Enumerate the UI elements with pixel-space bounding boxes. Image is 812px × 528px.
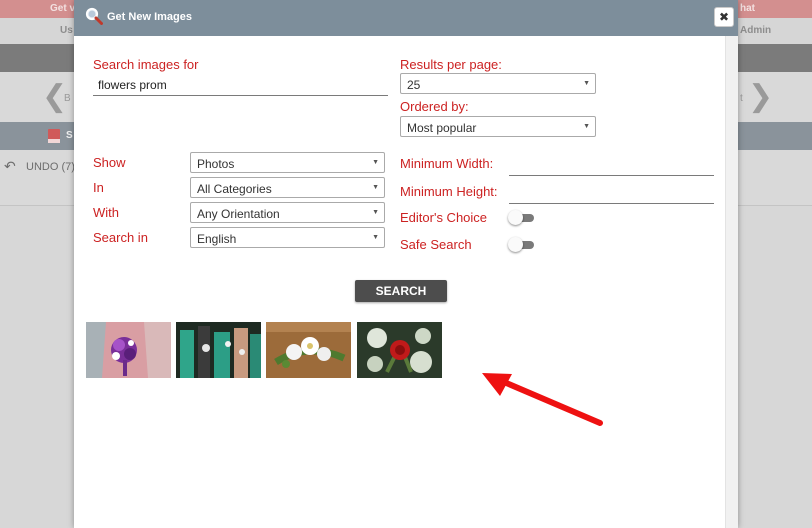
bg-banner-text-right: hat xyxy=(740,3,755,14)
ordered-by-value: Most popular xyxy=(407,121,477,135)
dialog-header: Get New Images ✖ xyxy=(74,0,738,36)
bg-section-label: S xyxy=(66,130,73,141)
editors-choice-toggle[interactable] xyxy=(508,210,534,225)
show-select-value: Photos xyxy=(197,157,235,171)
in-label: In xyxy=(93,180,104,195)
dialog-scrollbar[interactable] xyxy=(725,36,738,528)
with-label: With xyxy=(93,205,119,220)
safe-search-toggle[interactable] xyxy=(508,237,534,252)
annotation-arrow-icon xyxy=(482,373,603,426)
show-label: Show xyxy=(93,155,126,170)
search-images-input[interactable] xyxy=(93,74,388,96)
editors-choice-label: Editor's Choice xyxy=(400,210,488,225)
close-button[interactable]: ✖ xyxy=(714,7,734,27)
language-select[interactable]: English ▼ xyxy=(190,227,385,248)
dialog-title: Get New Images xyxy=(107,11,192,23)
ordered-by-select[interactable]: Most popular ▼ xyxy=(400,116,596,137)
result-image-thumbnail[interactable] xyxy=(357,322,442,378)
result-image-thumbnail[interactable] xyxy=(86,322,171,378)
result-image-thumbnail[interactable] xyxy=(266,322,351,378)
get-new-images-dialog: Get New Images ✖ Search images for Show … xyxy=(74,0,738,528)
toggle-knob xyxy=(508,237,523,252)
chevron-down-icon: ▼ xyxy=(372,184,379,191)
bg-chevron-right-icon: ❯ xyxy=(748,80,774,113)
show-select[interactable]: Photos ▼ xyxy=(190,152,385,173)
results-per-page-label: Results per page: xyxy=(400,57,502,72)
bg-undo-label: UNDO (7) xyxy=(26,161,75,173)
bg-next-label: t xyxy=(740,93,743,104)
results-per-page-select[interactable]: 25 ▼ xyxy=(400,73,596,94)
min-height-label: Minimum Height: xyxy=(400,184,498,199)
chevron-down-icon: ▼ xyxy=(372,234,379,241)
min-width-input[interactable] xyxy=(509,154,714,176)
bg-user-text-left: Us xyxy=(60,25,73,36)
bg-banner-text-left: Get v xyxy=(50,3,76,14)
language-select-value: English xyxy=(197,232,237,246)
category-select[interactable]: All Categories ▼ xyxy=(190,177,385,198)
bg-back-label: B xyxy=(64,93,71,104)
chevron-down-icon: ▼ xyxy=(583,80,590,87)
toggle-knob xyxy=(508,210,523,225)
orientation-select[interactable]: Any Orientation ▼ xyxy=(190,202,385,223)
min-height-input[interactable] xyxy=(509,182,714,204)
ordered-by-label: Ordered by: xyxy=(400,99,469,114)
results-per-page-value: 25 xyxy=(407,78,421,92)
chevron-down-icon: ▼ xyxy=(372,209,379,216)
min-width-label: Minimum Width: xyxy=(400,156,494,171)
chevron-down-icon: ▼ xyxy=(372,159,379,166)
magnifier-icon xyxy=(85,7,103,25)
chevron-down-icon: ▼ xyxy=(583,123,590,130)
bg-save-icon xyxy=(48,129,60,143)
search-in-label: Search in xyxy=(93,230,148,245)
search-button[interactable]: SEARCH xyxy=(355,280,447,302)
safe-search-label: Safe Search xyxy=(400,237,472,252)
bg-user-text-right: Admin xyxy=(740,25,772,36)
bg-undo-icon: ↶ xyxy=(4,158,16,174)
category-select-value: All Categories xyxy=(197,182,272,196)
search-images-label: Search images for xyxy=(93,57,199,72)
result-image-thumbnail[interactable] xyxy=(176,322,261,378)
orientation-select-value: Any Orientation xyxy=(197,207,280,221)
